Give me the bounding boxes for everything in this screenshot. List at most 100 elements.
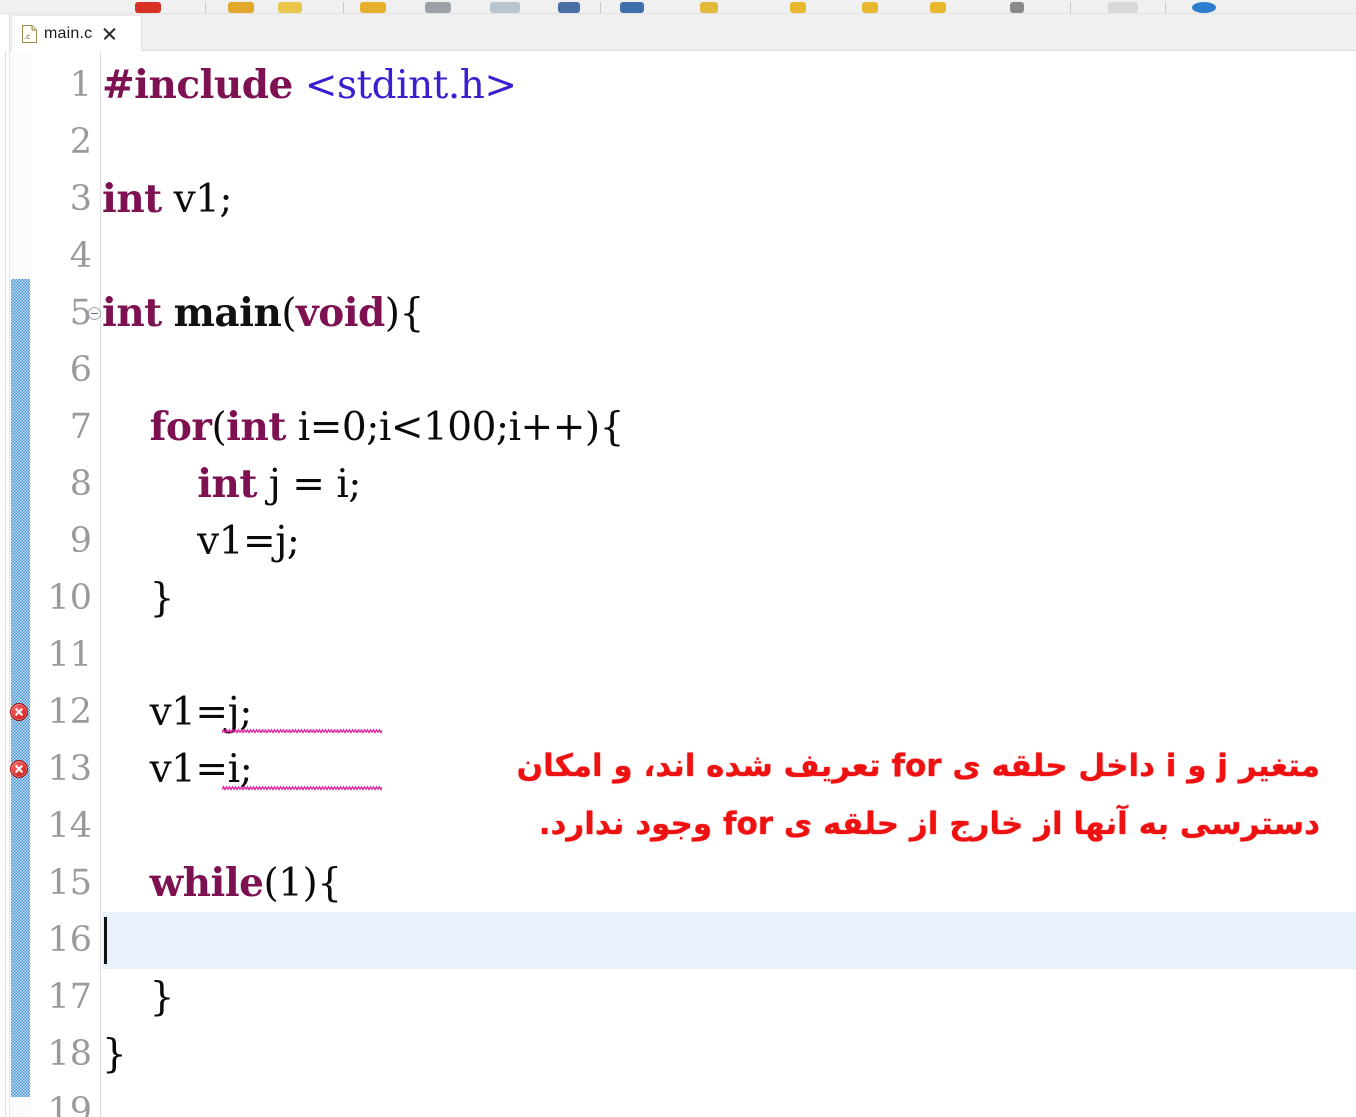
token-kw: int <box>102 290 162 336</box>
editor-tab-bar: .c main.c <box>0 14 1356 51</box>
token-kw: while <box>149 860 264 906</box>
line-number: 8 <box>69 464 92 504</box>
line-number: 15 <box>47 863 92 903</box>
line-number-gutter[interactable]: 1 2 3 4 5 6 7 8 9 10 11 12 13 14 15 16 17 18 19 <box>31 51 101 1117</box>
token-plain: } <box>102 576 175 621</box>
window-icon[interactable] <box>1192 2 1216 13</box>
error-squiggle-underline <box>222 785 382 791</box>
code-line[interactable]: v1=j; <box>102 513 1356 570</box>
line-number: 19 <box>47 1091 92 1117</box>
toolbar-separator <box>600 2 601 13</box>
token-plain: ){ <box>384 291 425 336</box>
token-plain: } <box>102 1032 127 1077</box>
line-number: 18 <box>47 1034 92 1074</box>
line-number: 6 <box>69 350 92 390</box>
code-line[interactable]: for(int i=0;i<100;i++){ <box>102 399 1356 456</box>
error-marker-icon[interactable] <box>10 760 28 778</box>
token-plain: i=0;i<100;i++){ <box>285 405 625 450</box>
toolbar-separator <box>1070 2 1071 13</box>
token-plain: (1){ <box>263 861 342 906</box>
print-icon[interactable] <box>360 2 386 13</box>
run-icon[interactable] <box>930 2 946 13</box>
token-kw: for <box>149 404 212 450</box>
error-marker-icon[interactable] <box>10 703 28 721</box>
annotation-text: متغیر j و i داخل حلقه ی for تعریف شده ان… <box>420 737 1320 853</box>
code-line[interactable]: } <box>102 570 1356 627</box>
tab-label: main.c <box>44 24 93 42</box>
debug-run-icon[interactable] <box>862 2 878 13</box>
code-line[interactable] <box>102 114 1356 171</box>
toolbar-separator <box>343 2 344 13</box>
line-number: 5 <box>69 293 92 333</box>
tab-main-c[interactable]: .c main.c <box>11 15 142 51</box>
c-file-icon: .c <box>22 24 37 43</box>
error-squiggle-underline <box>222 728 382 734</box>
folder-open-icon[interactable] <box>228 2 254 13</box>
token-plain: } <box>102 975 175 1020</box>
dropdown-icon[interactable] <box>1108 2 1138 13</box>
line-number: 11 <box>47 635 92 675</box>
code-line[interactable]: int j = i; <box>102 456 1356 513</box>
toolbar-separator <box>1165 2 1166 13</box>
line-number: 14 <box>47 806 92 846</box>
token-hdr: <stdint.h> <box>304 63 517 108</box>
line-number: 7 <box>69 407 92 447</box>
token-kw: int <box>102 176 162 222</box>
code-line[interactable] <box>102 912 1356 969</box>
line-number: 10 <box>47 578 92 618</box>
code-line[interactable]: int v1; <box>102 171 1356 228</box>
tab-bar-left-edge <box>0 14 10 51</box>
line-number: 12 <box>47 692 92 732</box>
save-icon[interactable] <box>278 2 302 13</box>
token-kw: void <box>296 290 385 336</box>
line-number: 2 <box>69 122 92 162</box>
code-line[interactable]: #include <stdint.h> <box>102 57 1356 114</box>
ruler-icon[interactable] <box>490 2 520 13</box>
token-plain: v1; <box>161 177 233 222</box>
bulb-icon[interactable] <box>790 2 806 13</box>
table-icon[interactable] <box>700 2 718 13</box>
run-external-icon[interactable] <box>1010 2 1024 13</box>
code-line[interactable] <box>102 627 1356 684</box>
code-fold-collapse-icon[interactable] <box>88 307 101 320</box>
record-stop-icon[interactable] <box>135 2 161 13</box>
token-plain: j = i; <box>256 462 362 507</box>
terminal-icon[interactable] <box>558 2 580 13</box>
annotation-line-2: دسترسی به آنها از خارج از حلقه ی for وجو… <box>538 806 1320 842</box>
svg-text:.c: .c <box>24 33 30 41</box>
token-kw: int <box>226 404 286 450</box>
token-inc: #include <box>102 62 293 108</box>
token-plain: v1=j; <box>102 519 300 564</box>
line-number: 9 <box>69 521 92 561</box>
line-number: 1 <box>69 65 92 105</box>
code-line[interactable]: } <box>102 969 1356 1026</box>
code-line[interactable] <box>102 1083 1356 1117</box>
code-line[interactable] <box>102 342 1356 399</box>
token-kw: int <box>197 461 257 507</box>
code-line[interactable]: } <box>102 1026 1356 1083</box>
toolbar <box>0 0 1356 14</box>
code-line[interactable]: int main(void){ <box>102 285 1356 342</box>
line-number: 13 <box>47 749 92 789</box>
chart-icon[interactable] <box>620 2 644 13</box>
build-icon[interactable] <box>425 2 451 13</box>
close-icon[interactable] <box>101 26 117 42</box>
editor-left-border <box>5 51 6 1117</box>
token-plain: ( <box>211 405 227 450</box>
annotation-line-1: متغیر j و i داخل حلقه ی for تعریف شده ان… <box>516 748 1320 784</box>
line-number: 17 <box>47 977 92 1017</box>
code-line[interactable]: while(1){ <box>102 855 1356 912</box>
code-line[interactable] <box>102 228 1356 285</box>
change-indicator-bar <box>11 279 30 1097</box>
line-number: 16 <box>47 920 92 960</box>
toolbar-separator <box>205 2 206 13</box>
line-number: 3 <box>69 179 92 219</box>
code-content[interactable]: #include <stdint.h> int v1; int main(void)… <box>102 51 1356 1117</box>
code-editor[interactable]: 1 2 3 4 5 6 7 8 9 10 11 12 13 14 15 16 17 18 19 #include <… <box>0 51 1356 1117</box>
token-fn: main <box>173 290 282 336</box>
